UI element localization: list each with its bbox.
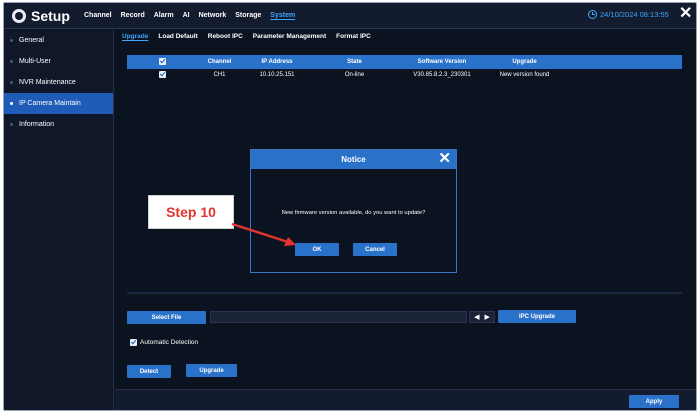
arrow-left-icon[interactable]: ◀ [474,313,479,321]
column-header: Upgrade [512,59,537,65]
column-header: State [347,59,362,65]
select-all-checkbox[interactable] [127,58,197,66]
sub-tabs: Upgrade Load Default Reboot IPC Paramete… [115,30,381,45]
nvr-screen-frame: Setup Channel Record Alarm AI Network St… [3,2,697,411]
sidebar-item-nvr-maintenance[interactable]: NVR Maintenance [4,72,113,93]
dialog-close-icon[interactable]: ✕ [438,151,451,167]
sidebar-item-label: IP Camera Maintain [19,100,81,107]
cell-software-version: V30.85.8.2.3_230301 [413,72,471,78]
dialog-header: Notice ✕ [251,150,456,169]
nav-storage[interactable]: Storage [235,12,261,19]
file-path-field[interactable] [210,311,467,323]
top-nav: Channel Record Alarm AI Network Storage … [84,12,304,19]
bullet-icon [10,81,13,84]
datetime-text: 24/10/2024 08:13:55 [600,10,669,19]
bullet-icon [10,102,13,105]
tab-upgrade[interactable]: Upgrade [122,30,148,45]
notice-dialog: Notice ✕ New firmware version available,… [250,149,457,273]
column-header: Channel [207,59,232,65]
cell-upgrade-status: New version found [499,72,550,78]
tab-load-default[interactable]: Load Default [158,30,197,45]
nav-record[interactable]: Record [121,12,145,19]
annotation-arrow-icon [231,222,296,246]
column-header: IP Address [261,59,293,65]
nav-network[interactable]: Network [199,12,227,19]
checkbox-checked-icon [130,339,137,346]
checkbox-checked-icon [158,71,166,79]
arrow-right-icon[interactable]: ▶ [485,313,490,321]
cell-ip-address: 10.10.25.151 [259,72,295,78]
dialog-title: Notice [341,155,366,164]
file-nav: ◀ ▶ [469,311,495,323]
section-divider [127,292,682,294]
bullet-icon [10,39,13,42]
table-row[interactable]: CH1 10.10.25.151 On-line V30.85.8.2.3_23… [127,69,682,81]
sidebar: General Multi-User NVR Maintenance IP Ca… [4,30,114,410]
sidebar-item-multi-user[interactable]: Multi-User [4,51,113,72]
cancel-button[interactable]: Cancel [353,243,397,256]
tab-reboot-ipc[interactable]: Reboot IPC [208,30,243,45]
camera-table: Channel IP Address State Software Versio… [127,55,682,81]
sidebar-item-label: NVR Maintenance [19,79,76,86]
sidebar-item-label: Multi-User [19,58,51,65]
nav-ai[interactable]: AI [183,12,190,19]
close-icon[interactable]: ✕ [679,6,692,22]
sidebar-item-general[interactable]: General [4,30,113,51]
tab-parameter-management[interactable]: Parameter Management [253,30,326,45]
sidebar-item-label: General [19,37,44,44]
cell-channel: CH1 [213,72,226,78]
ok-button[interactable]: OK [295,243,339,256]
clock-icon [588,10,597,19]
select-file-button[interactable]: Select File [127,311,206,324]
sidebar-item-information[interactable]: Information [4,114,113,135]
automatic-detection-label: Automatic Detection [140,339,199,346]
column-header: Software Version [417,59,467,65]
ipc-upgrade-button[interactable]: IPC Upgrade [498,310,576,323]
upgrade-button[interactable]: Upgrade [186,364,237,377]
sidebar-item-label: Information [19,121,55,128]
tab-format-ipc[interactable]: Format IPC [336,30,371,45]
sidebar-item-ip-camera-maintain[interactable]: IP Camera Maintain [4,93,113,114]
cell-state: On-line [344,72,365,78]
bullet-icon [10,123,13,126]
automatic-detection-checkbox[interactable]: Automatic Detection [130,339,198,346]
nav-system[interactable]: System [270,12,295,19]
step-label: Step 10 [166,204,216,220]
table-header: Channel IP Address State Software Versio… [127,55,682,69]
top-bar: Setup Channel Record Alarm AI Network St… [4,3,696,29]
checkbox-checked-icon [158,58,166,66]
step-annotation: Step 10 [148,195,234,229]
row-checkbox[interactable] [127,71,197,79]
setup-gear-icon [12,9,26,23]
dialog-message: New firmware version available, do you w… [281,210,426,216]
detect-button[interactable]: Detect [127,365,171,378]
nav-alarm[interactable]: Alarm [154,12,174,19]
apply-button[interactable]: Apply [629,395,679,408]
datetime-display: 24/10/2024 08:13:55 [588,10,669,19]
nav-channel[interactable]: Channel [84,12,112,19]
app-title: Setup [31,8,70,24]
bottom-bar: Apply [115,389,696,410]
setup-logo: Setup [12,8,70,24]
bullet-icon [10,60,13,63]
